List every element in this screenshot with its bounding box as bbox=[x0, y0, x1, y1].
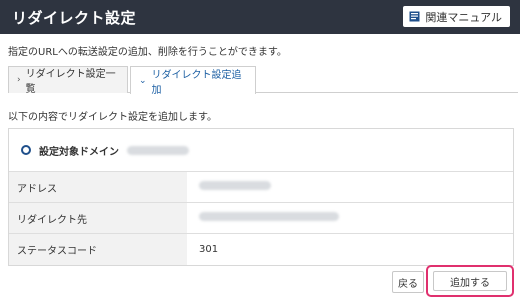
chevron-right-icon: › bbox=[17, 75, 21, 85]
page-title: リダイレクト設定 bbox=[12, 9, 137, 27]
domain-label: 設定対象ドメイン bbox=[39, 146, 119, 158]
blurred-address-value bbox=[199, 181, 271, 190]
tab-redirect-add[interactable]: ⌄ リダイレクト設定追加 bbox=[130, 66, 256, 96]
chevron-down-icon: ⌄ bbox=[139, 75, 147, 86]
table-row: アドレス bbox=[9, 171, 513, 203]
book-icon bbox=[409, 11, 420, 22]
row-value: 301 bbox=[187, 233, 513, 265]
add-button[interactable]: 追加する bbox=[433, 271, 507, 291]
row-key: リダイレクト先 bbox=[9, 202, 187, 234]
add-button-highlight: 追加する bbox=[426, 265, 514, 297]
row-key: アドレス bbox=[9, 171, 187, 203]
intro-text: 以下の内容でリダイレクト設定を追加します。 bbox=[8, 112, 217, 123]
confirm-panel: 設定対象ドメイン アドレス リダイレクト先 ステータスコード 301 bbox=[8, 128, 514, 266]
tab-redirect-list[interactable]: › リダイレクト設定一覧 bbox=[8, 66, 128, 95]
tab-label: リダイレクト設定追加 bbox=[151, 69, 242, 96]
tab-bar: › リダイレクト設定一覧 ⌄ リダイレクト設定追加 bbox=[8, 66, 518, 96]
table-row: リダイレクト先 bbox=[9, 202, 513, 234]
related-manual-label: 関連マニュアル bbox=[425, 10, 502, 24]
page-header: リダイレクト設定 関連マニュアル bbox=[0, 0, 520, 34]
blurred-domain-value bbox=[127, 145, 189, 155]
domain-row: 設定対象ドメイン bbox=[9, 129, 513, 171]
back-button[interactable]: 戻る bbox=[392, 271, 424, 293]
confirm-table: アドレス リダイレクト先 ステータスコード 301 bbox=[9, 171, 513, 265]
circle-bullet-icon bbox=[21, 145, 31, 155]
related-manual-button[interactable]: 関連マニュアル bbox=[403, 6, 510, 27]
tab-label: リダイレクト設定一覧 bbox=[25, 69, 116, 95]
page-description: 指定のURLへの転送設定の追加、削除を行うことができます。 bbox=[8, 47, 287, 58]
blurred-redirect-value bbox=[199, 212, 339, 221]
row-value bbox=[187, 171, 513, 203]
row-value bbox=[187, 202, 513, 234]
table-row: ステータスコード 301 bbox=[9, 233, 513, 265]
row-key: ステータスコード bbox=[9, 233, 187, 265]
